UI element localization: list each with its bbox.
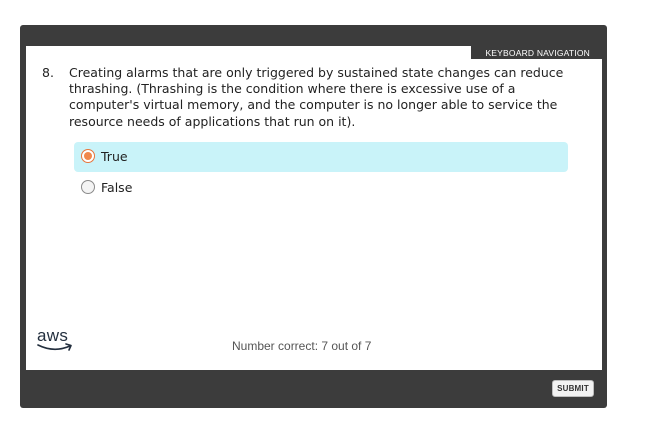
answer-option-label: False: [101, 180, 133, 195]
quiz-panel: KEYBOARD NAVIGATION 8. Creating alarms t…: [26, 46, 602, 370]
keyboard-navigation-button[interactable]: KEYBOARD NAVIGATION: [471, 46, 602, 59]
submit-button[interactable]: SUBMIT: [552, 380, 594, 397]
answer-option-label: True: [101, 149, 128, 164]
radio-button-unchecked[interactable]: [81, 180, 95, 194]
question-text: Creating alarms that are only triggered …: [69, 65, 564, 129]
answer-option-true[interactable]: True: [74, 142, 568, 172]
question-number: 8.: [42, 65, 54, 80]
answer-option-false[interactable]: False: [74, 173, 568, 203]
aws-smile-icon: [37, 343, 72, 351]
radio-button-checked[interactable]: [81, 149, 95, 163]
aws-logo: aws: [37, 326, 77, 356]
score-text: Number correct: 7 out of 7: [232, 339, 372, 353]
